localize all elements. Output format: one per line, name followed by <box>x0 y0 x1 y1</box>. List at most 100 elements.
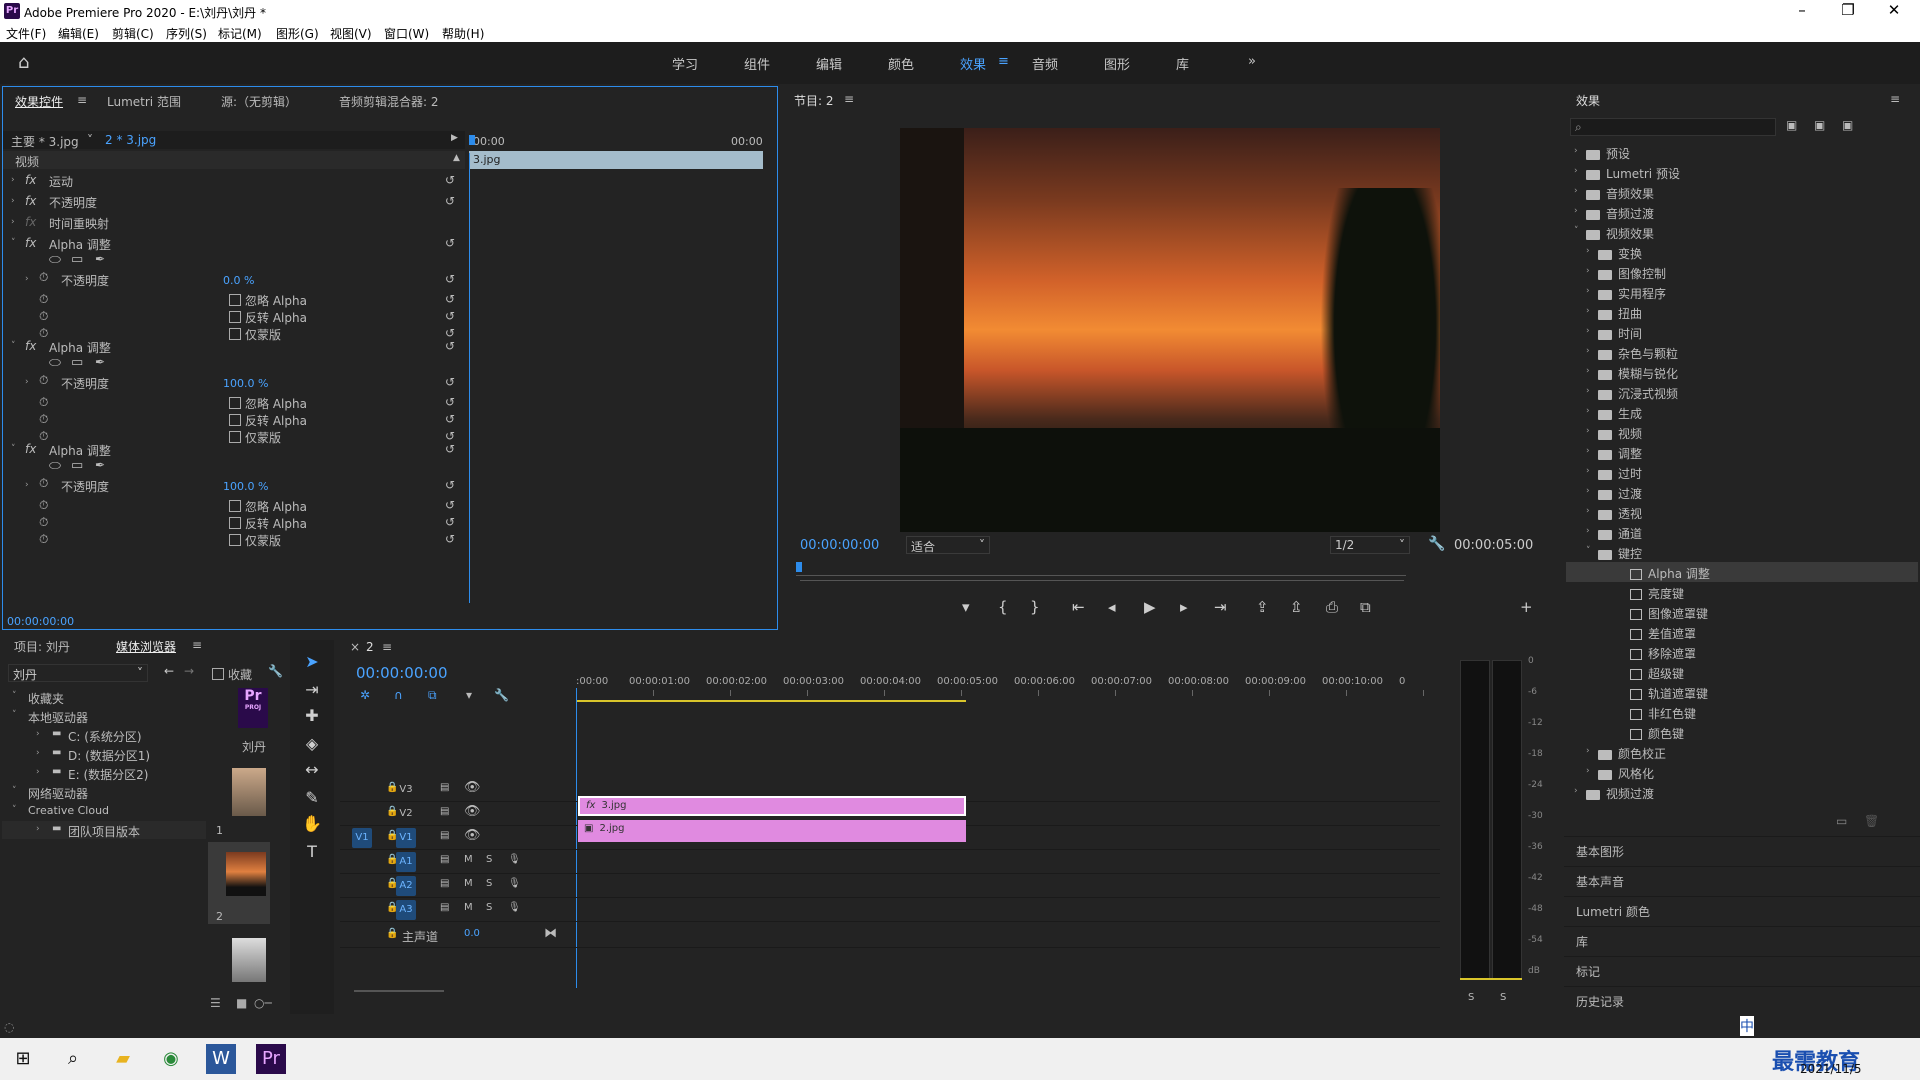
stopwatch-icon[interactable]: ⏱ <box>39 292 48 307</box>
workspace-color[interactable]: 颜色 <box>888 54 914 73</box>
effects-tree-item[interactable]: › 风格化 <box>1566 762 1918 782</box>
track-target[interactable]: V1 <box>396 828 416 848</box>
master-clip-label[interactable]: 主要 * 3.jpg <box>11 133 79 150</box>
source-patch-v1[interactable]: V1 <box>352 828 372 848</box>
collapsed-panel-header[interactable]: 历史记录 <box>1564 986 1920 1014</box>
fx-time-remap-row[interactable]: › fx 时间重映射 <box>3 213 463 233</box>
program-video-frame[interactable] <box>900 128 1440 532</box>
effects-tree-item[interactable]: 颜色键 <box>1566 722 1918 742</box>
pen-mask-icon[interactable]: ✒ <box>95 252 105 266</box>
rectangle-mask-icon[interactable]: ▭ <box>71 458 83 473</box>
tab-project[interactable]: 项目: 刘丹 <box>14 638 70 655</box>
icon-view-icon[interactable]: ■ <box>236 996 247 1010</box>
chevron-right-icon[interactable]: › <box>1574 166 1578 176</box>
media-tree-item[interactable]: ˅ 本地驱动器 <box>2 707 206 725</box>
mute-button[interactable]: M <box>464 854 473 865</box>
ripple-edit-tool-icon[interactable]: ✚ <box>300 704 324 728</box>
add-marker-icon[interactable]: ▾ <box>466 688 472 702</box>
chevron-right-icon[interactable]: › <box>1574 206 1578 216</box>
media-tree-item[interactable]: ˅ Creative Cloud <box>2 802 206 820</box>
effects-tree-item[interactable]: ˅ 视频效果 <box>1566 222 1918 242</box>
panel-menu-icon[interactable]: ≡ <box>192 638 202 652</box>
clip-v2[interactable]: fx 3.jpg <box>578 796 966 816</box>
hand-tool-icon[interactable]: ✋ <box>300 812 324 836</box>
sequence-tab[interactable]: 2 <box>366 640 374 654</box>
solo-right-button[interactable]: S <box>1500 992 1506 1003</box>
reset-icon[interactable]: ↺ <box>445 532 457 546</box>
track-target[interactable]: A3 <box>396 900 416 920</box>
reset-icon[interactable]: ↺ <box>445 292 457 306</box>
ime-indicator[interactable]: 中 <box>1740 1016 1754 1036</box>
more-workspaces-icon[interactable]: » <box>1248 54 1256 69</box>
menu-window[interactable]: 窗口(W) <box>384 25 429 42</box>
wrench-icon[interactable]: 🔧 <box>268 664 283 678</box>
new-folder-icon[interactable]: ▭ <box>1836 814 1847 828</box>
chevron-icon[interactable]: › <box>36 824 40 834</box>
track-select-tool-icon[interactable]: ⇥ <box>300 678 324 702</box>
ec-clip-bar[interactable]: 3.jpg <box>469 151 763 169</box>
eye-icon[interactable]: 👁 <box>464 828 481 843</box>
sequence-clip-label[interactable]: 2 * 3.jpg <box>105 133 156 147</box>
panel-menu-icon[interactable]: ≡ <box>77 93 87 107</box>
checkbox[interactable] <box>229 397 241 409</box>
stopwatch-icon[interactable]: ⏱ <box>39 498 48 513</box>
tab-source[interactable]: 源:（无剪辑） <box>221 93 297 110</box>
opacity-value[interactable]: 100.0 % <box>223 480 268 493</box>
chevron-right-icon[interactable]: › <box>1586 746 1590 756</box>
word-icon[interactable]: W <box>206 1044 236 1074</box>
workspace-effects[interactable]: 效果 <box>960 54 986 73</box>
menu-file[interactable]: 文件(F) <box>6 25 46 42</box>
workspace-graphics[interactable]: 图形 <box>1104 54 1130 73</box>
chevron-right-icon[interactable]: › <box>1574 786 1578 796</box>
effects-tree-item[interactable]: › 模糊与锐化 <box>1566 362 1918 382</box>
menu-sequence[interactable]: 序列(S) <box>166 25 207 42</box>
chevron-right-icon[interactable]: › <box>1586 346 1590 356</box>
stopwatch-icon[interactable]: ⏱ <box>39 515 48 530</box>
wrench-icon[interactable]: 🔧 <box>494 688 509 702</box>
lift-icon[interactable]: ⇪ <box>1256 598 1269 616</box>
reset-icon[interactable]: ↺ <box>445 412 457 426</box>
work-area-bar[interactable] <box>576 700 966 702</box>
chevron-right-icon[interactable]: › <box>1586 446 1590 456</box>
pen-mask-icon[interactable]: ✒ <box>95 355 105 369</box>
zoom-bar[interactable] <box>800 580 1404 581</box>
chevron-right-icon[interactable]: › <box>1586 306 1590 316</box>
reset-icon[interactable]: ↺ <box>445 395 457 409</box>
effects-tree-item[interactable]: 亮度键 <box>1566 582 1918 602</box>
reset-icon[interactable]: ↺ <box>445 236 457 250</box>
chevron-icon[interactable]: ˅ <box>12 691 17 701</box>
effects-tree-item[interactable]: › 调整 <box>1566 442 1918 462</box>
master-options-icon[interactable]: ⧓ <box>544 926 557 941</box>
workspace-learn[interactable]: 学习 <box>672 54 698 73</box>
chevron-icon[interactable]: ˅ <box>12 786 17 796</box>
effects-tree-item[interactable]: › 视频 <box>1566 422 1918 442</box>
media-tree-item[interactable]: › ▬ D: (数据分区1) <box>2 745 206 763</box>
mark-out-icon[interactable]: } <box>1030 598 1040 616</box>
reset-icon[interactable]: ↺ <box>445 339 457 353</box>
ellipse-mask-icon[interactable]: ⬭ <box>49 458 61 474</box>
chevron-down-icon[interactable]: ˅ <box>1574 226 1579 236</box>
chevron-right-icon[interactable]: › <box>1586 386 1590 396</box>
sync-lock-icon[interactable]: ▤ <box>440 854 449 865</box>
checkbox[interactable] <box>229 294 241 306</box>
ellipse-mask-icon[interactable]: ⬭ <box>49 252 61 268</box>
checkbox[interactable] <box>229 517 241 529</box>
search-icon[interactable]: ⌕ <box>58 1044 88 1074</box>
track-target[interactable]: A1 <box>396 852 416 872</box>
chevron-icon[interactable]: ˅ <box>12 710 17 720</box>
track-target[interactable]: V3 <box>396 780 416 800</box>
reset-icon[interactable]: ↺ <box>445 498 457 512</box>
menu-marker[interactable]: 标记(M) <box>218 25 262 42</box>
effects-tree-item[interactable]: › 变换 <box>1566 242 1918 262</box>
solo-button[interactable]: S <box>486 878 492 889</box>
effects-tree-item[interactable]: › 过渡 <box>1566 482 1918 502</box>
tab-lumetri-scopes[interactable]: Lumetri 范围 <box>107 93 181 110</box>
maximize-icon[interactable]: ❐ <box>1825 1 1871 19</box>
mic-icon[interactable]: 🎙 <box>508 878 521 889</box>
sync-lock-icon[interactable]: ▤ <box>440 782 449 793</box>
rectangle-mask-icon[interactable]: ▭ <box>71 355 83 370</box>
close-icon[interactable]: × <box>350 640 360 654</box>
sync-lock-icon[interactable]: ▤ <box>440 830 449 841</box>
snap-icon[interactable]: ∩ <box>394 688 403 702</box>
sync-lock-icon[interactable]: ▤ <box>440 878 449 889</box>
